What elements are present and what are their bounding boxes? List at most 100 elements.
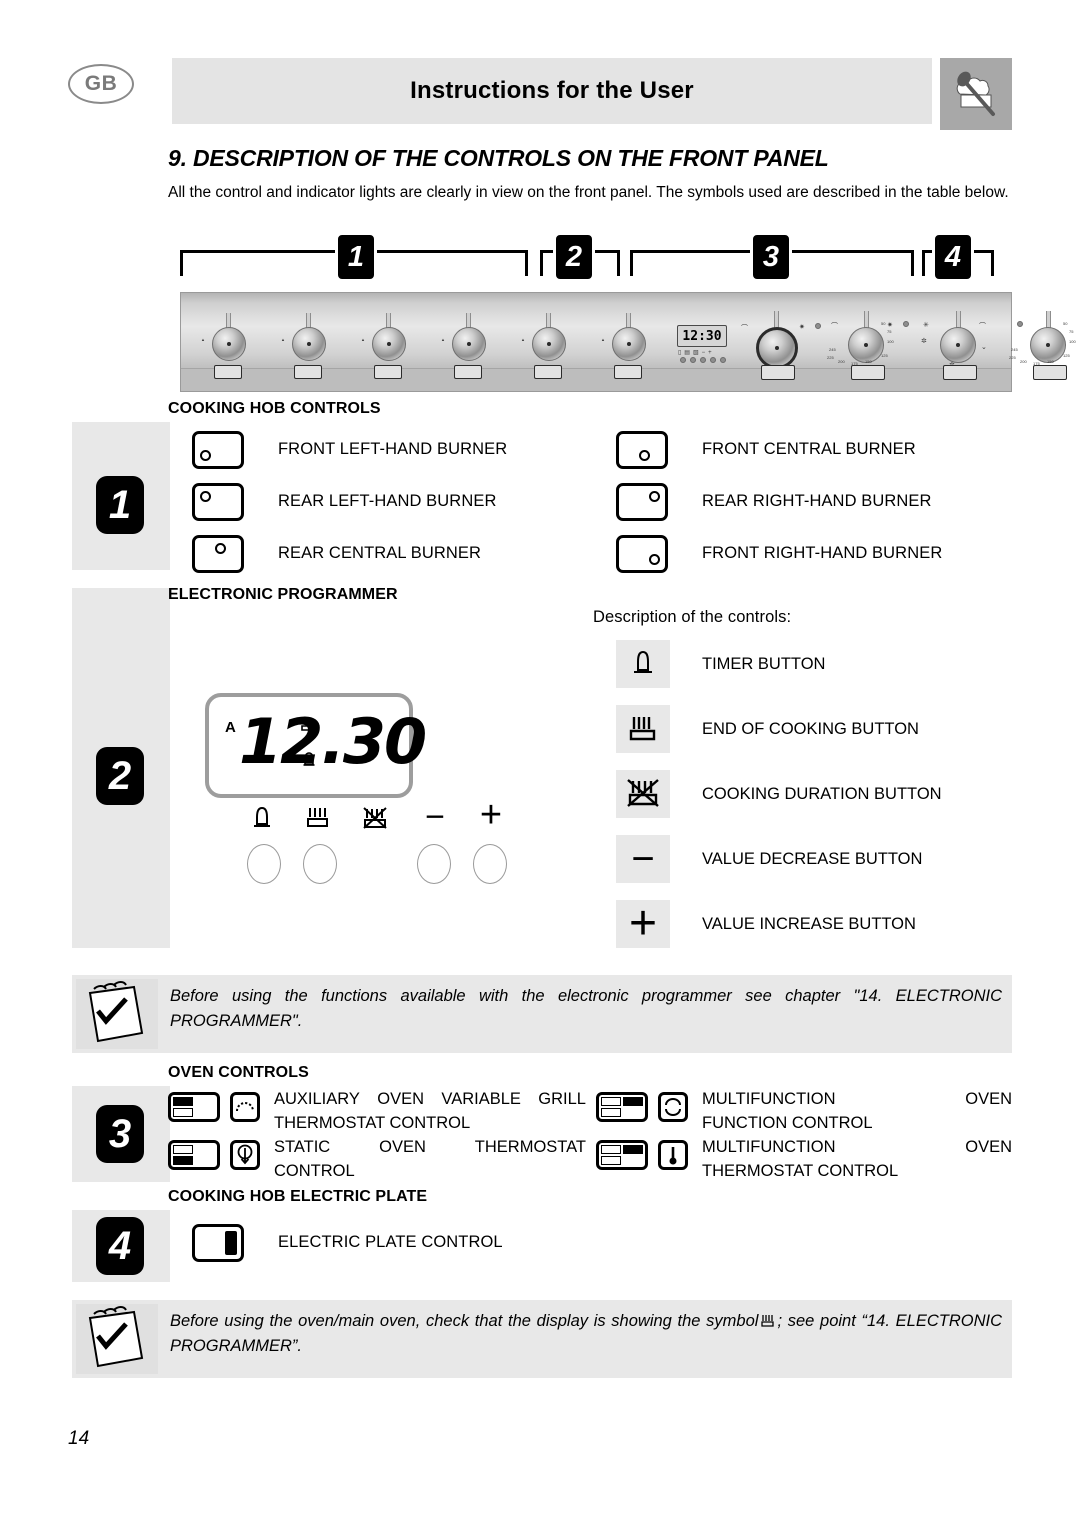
timer-bell-icon: [303, 752, 315, 766]
multifunction-function-label: MULTIFUNCTION OVEN FUNCTION CONTROL: [702, 1087, 1012, 1135]
burner-front-left-icon: [192, 431, 244, 469]
knob-marking: ⌒: [741, 325, 748, 332]
page-title: Instructions for the User: [410, 77, 694, 104]
hob-knob-label-4: [454, 365, 482, 379]
multifunction-function-label-line1: MULTIFUNCTION OVEN: [702, 1090, 1012, 1108]
knob-marking: ⌒: [979, 323, 986, 330]
notepad-check-icon: [76, 1304, 158, 1374]
electric-plate-section-heading: COOKING HOB ELECTRIC PLATE: [168, 1188, 428, 1205]
panel-lcd-button-symbols: ▯▤▧−+: [678, 350, 715, 356]
end-of-cooking-icon: [307, 808, 328, 827]
hob-knob-1: [212, 327, 246, 361]
knob-tick: ▲: [521, 337, 525, 342]
oven-section-heading: OVEN CONTROLS: [168, 1064, 309, 1081]
knob-temp-tick: 225: [1009, 355, 1016, 360]
section-intro: All the control and indicator lights are…: [168, 184, 1009, 201]
electric-plate-icon: [192, 1224, 244, 1262]
knob-tick: ▲: [361, 337, 365, 342]
timer-button[interactable]: [247, 844, 281, 884]
note-text-2: Before using the oven/main oven, check t…: [170, 1309, 1002, 1359]
oven-cell-bottom-right: [195, 1156, 215, 1165]
note-text-1: Before using the functions available wit…: [170, 987, 1002, 1030]
knob-temp-tick: 100: [887, 339, 894, 344]
knob-temp-tick: 200: [838, 359, 845, 364]
oven-cell-bottom-right: [623, 1108, 643, 1117]
page-header: GB Instructions for the User: [68, 58, 1012, 130]
static-oven-label-line1: STATIC OVEN THERMOSTAT: [274, 1138, 586, 1156]
oven-cell-top-right: [622, 1145, 643, 1155]
hob-knob-6: [612, 327, 646, 361]
end-of-cooking-button[interactable]: [303, 844, 337, 884]
value-increase-button[interactable]: [473, 844, 507, 884]
oven-knob-label-2: [851, 365, 885, 380]
oven-cell-top-right: [195, 1097, 215, 1106]
burner-rear-right-icon: [616, 483, 668, 521]
end-of-cooking-icon: [629, 717, 656, 741]
hob-knob-5: [532, 327, 566, 361]
oven-cell-bottom-right: [623, 1156, 643, 1165]
oven-knob-3: [940, 327, 976, 363]
auxiliary-oven-label-line1: AUXILIARY OVEN VARIABLE GRILL: [274, 1090, 586, 1108]
panel-lcd-button: [680, 357, 686, 363]
panel-lcd-button: [690, 357, 696, 363]
multifunction-thermostat-indicator-icon: [596, 1140, 648, 1170]
timer-button-symbol: [616, 640, 670, 688]
cooking-duration-icon: [363, 807, 387, 829]
knob-tick: ▲: [441, 337, 445, 342]
hob-knob-4: [452, 327, 486, 361]
callout-badge-1: 1: [335, 232, 377, 282]
minus-icon: −: [631, 837, 655, 881]
indicator-light: [903, 321, 909, 327]
oven-cell-top-left: [601, 1145, 622, 1155]
cooking-duration-icon: [627, 779, 659, 807]
panel-lcd-button: [700, 357, 706, 363]
thermostat-down-icon: [230, 1140, 260, 1170]
auxiliary-oven-indicator-icon: [168, 1092, 220, 1122]
electric-plate-label: ELECTRIC PLATE CONTROL: [278, 1233, 503, 1251]
panel-lcd-display: 12:30: [677, 325, 727, 347]
oven-cell-bottom-left: [601, 1107, 622, 1117]
chef-hat-spoon-icon: [940, 58, 1012, 130]
programmer-section-heading: ELECTRONIC PROGRAMMER: [168, 586, 398, 603]
hob-knob-2: [292, 327, 326, 361]
indicator-light: [815, 323, 821, 329]
thermometer-icon: [658, 1140, 688, 1170]
knob-temp-tick: 125: [1063, 353, 1070, 358]
hob-knob-3: [372, 327, 406, 361]
knob-marking: ✳: [923, 322, 929, 329]
value-decrease-button[interactable]: [417, 844, 451, 884]
knob-temp-tick: 150: [1047, 359, 1054, 364]
burner-front-right-icon: [616, 535, 668, 573]
oven-knob-4: [1030, 327, 1066, 363]
group-badge-1: 1: [96, 476, 144, 534]
burner-front-central-icon: [616, 431, 668, 469]
knob-temp-tick: 125: [881, 353, 888, 358]
knob-temp-tick: 50: [881, 321, 886, 326]
knob-temp-tick: 50: [1063, 321, 1068, 326]
hob-knob-label-5: [534, 365, 562, 379]
knob-temp-tick: 75: [1069, 329, 1074, 334]
burner-front-central-label: FRONT CENTRAL BURNER: [702, 440, 916, 458]
group-badge-2: 2: [96, 747, 144, 805]
oven-cell-top-right: [195, 1145, 215, 1154]
locale-badge: GB: [68, 64, 134, 104]
burner-rear-central-label: REAR CENTRAL BURNER: [278, 544, 481, 562]
callout-brackets: 1 2 3 4: [180, 232, 1010, 294]
hob-knob-label-3: [374, 365, 402, 379]
knob-temp-tick: 150: [865, 359, 872, 364]
end-of-cooking-icon: [761, 1315, 775, 1327]
end-of-cooking-icon: [301, 719, 316, 731]
static-oven-label-line2: CONTROL: [274, 1162, 355, 1180]
knob-temp-tick: 245: [829, 347, 836, 352]
hob-knob-label-1: [214, 365, 242, 379]
value-increase-symbol: +: [616, 900, 670, 948]
hob-section-heading: COOKING HOB CONTROLS: [168, 400, 381, 417]
callout-badge-4: 4: [932, 232, 974, 282]
multifunction-thermostat-label-line2: THERMOSTAT CONTROL: [702, 1162, 899, 1180]
function-selector-icon: [658, 1092, 688, 1122]
callout-badge-3: 3: [750, 232, 792, 282]
oven-knob-label-3: [943, 365, 977, 380]
burner-rear-central-icon: [192, 535, 244, 573]
timer-bell-icon: [254, 806, 270, 827]
header-title-bar: Instructions for the User: [172, 58, 932, 124]
